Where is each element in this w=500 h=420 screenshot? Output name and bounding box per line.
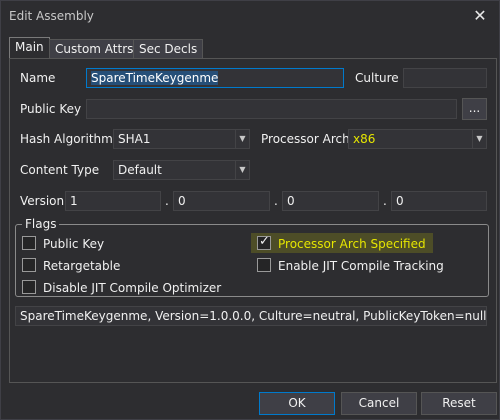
checkmark-icon: ✓ <box>259 234 270 249</box>
processor-arch-specified-label: Processor Arch Specified <box>278 237 426 251</box>
name-value: SpareTimeKeygenme <box>91 71 219 85</box>
chevron-down-icon: ▼ <box>235 161 249 179</box>
version-separator: . <box>274 194 278 208</box>
reset-button[interactable]: Reset <box>421 392 497 415</box>
public-key-field[interactable] <box>86 99 457 119</box>
chevron-down-icon: ▼ <box>472 130 486 148</box>
name-label: Name <box>20 71 56 85</box>
culture-label: Culture <box>355 71 399 85</box>
ok-button[interactable]: OK <box>259 392 335 415</box>
chevron-down-icon: ▼ <box>235 130 249 148</box>
edit-assembly-dialog: Edit Assembly ✕ Main Custom Attrs Sec De… <box>0 0 500 420</box>
processor-arch-specified-checkbox[interactable]: ✓ <box>257 234 271 250</box>
version-revision-field[interactable]: 0 <box>391 191 487 211</box>
disable-jit-optimizer-label: Disable JIT Compile Optimizer <box>43 281 222 295</box>
tab-main[interactable]: Main <box>9 37 50 59</box>
version-separator: . <box>383 194 387 208</box>
processor-arch-label: Processor Arch <box>261 132 350 146</box>
public-key-label: Public Key <box>20 102 82 116</box>
hash-algorithm-select[interactable]: SHA1 ▼ <box>113 129 250 149</box>
processor-arch-select[interactable]: x86 ▼ <box>348 129 487 149</box>
enable-jit-tracking-checkbox[interactable] <box>257 258 271 272</box>
window-title: Edit Assembly <box>9 9 94 23</box>
hash-algorithm-label: Hash Algorithm <box>20 132 113 146</box>
tab-sec-decls[interactable]: Sec Decls <box>133 39 204 59</box>
tab-custom-attrs[interactable]: Custom Attrs <box>49 39 140 59</box>
version-minor-field[interactable]: 0 <box>173 191 270 211</box>
enable-jit-tracking-label: Enable JIT Compile Tracking <box>278 259 444 273</box>
title-bar: Edit Assembly ✕ <box>1 1 499 33</box>
content-type-select[interactable]: Default ▼ <box>113 160 250 180</box>
processor-arch-value: x86 <box>353 132 376 146</box>
hash-algorithm-value: SHA1 <box>118 132 151 146</box>
version-separator: . <box>165 194 169 208</box>
retargetable-checkbox[interactable] <box>22 258 36 272</box>
disable-jit-optimizer-checkbox[interactable] <box>22 280 36 294</box>
version-major-field[interactable]: 1 <box>65 191 161 211</box>
name-field[interactable]: SpareTimeKeygenme <box>86 68 344 88</box>
public-key-flag-label: Public Key <box>43 237 105 251</box>
culture-field[interactable] <box>403 68 487 88</box>
flags-legend: Flags <box>25 217 57 231</box>
assembly-fullname-field[interactable]: SpareTimeKeygenme, Version=1.0.0.0, Cult… <box>15 306 487 326</box>
content-type-label: Content Type <box>20 163 100 177</box>
retargetable-label: Retargetable <box>43 259 121 273</box>
cancel-button[interactable]: Cancel <box>341 392 417 415</box>
public-key-browse-button[interactable]: ... <box>462 98 487 120</box>
version-label: Version <box>20 194 65 208</box>
close-icon[interactable]: ✕ <box>469 5 491 27</box>
public-key-flag-checkbox[interactable] <box>22 236 36 250</box>
version-build-field[interactable]: 0 <box>282 191 379 211</box>
content-type-value: Default <box>118 163 162 177</box>
